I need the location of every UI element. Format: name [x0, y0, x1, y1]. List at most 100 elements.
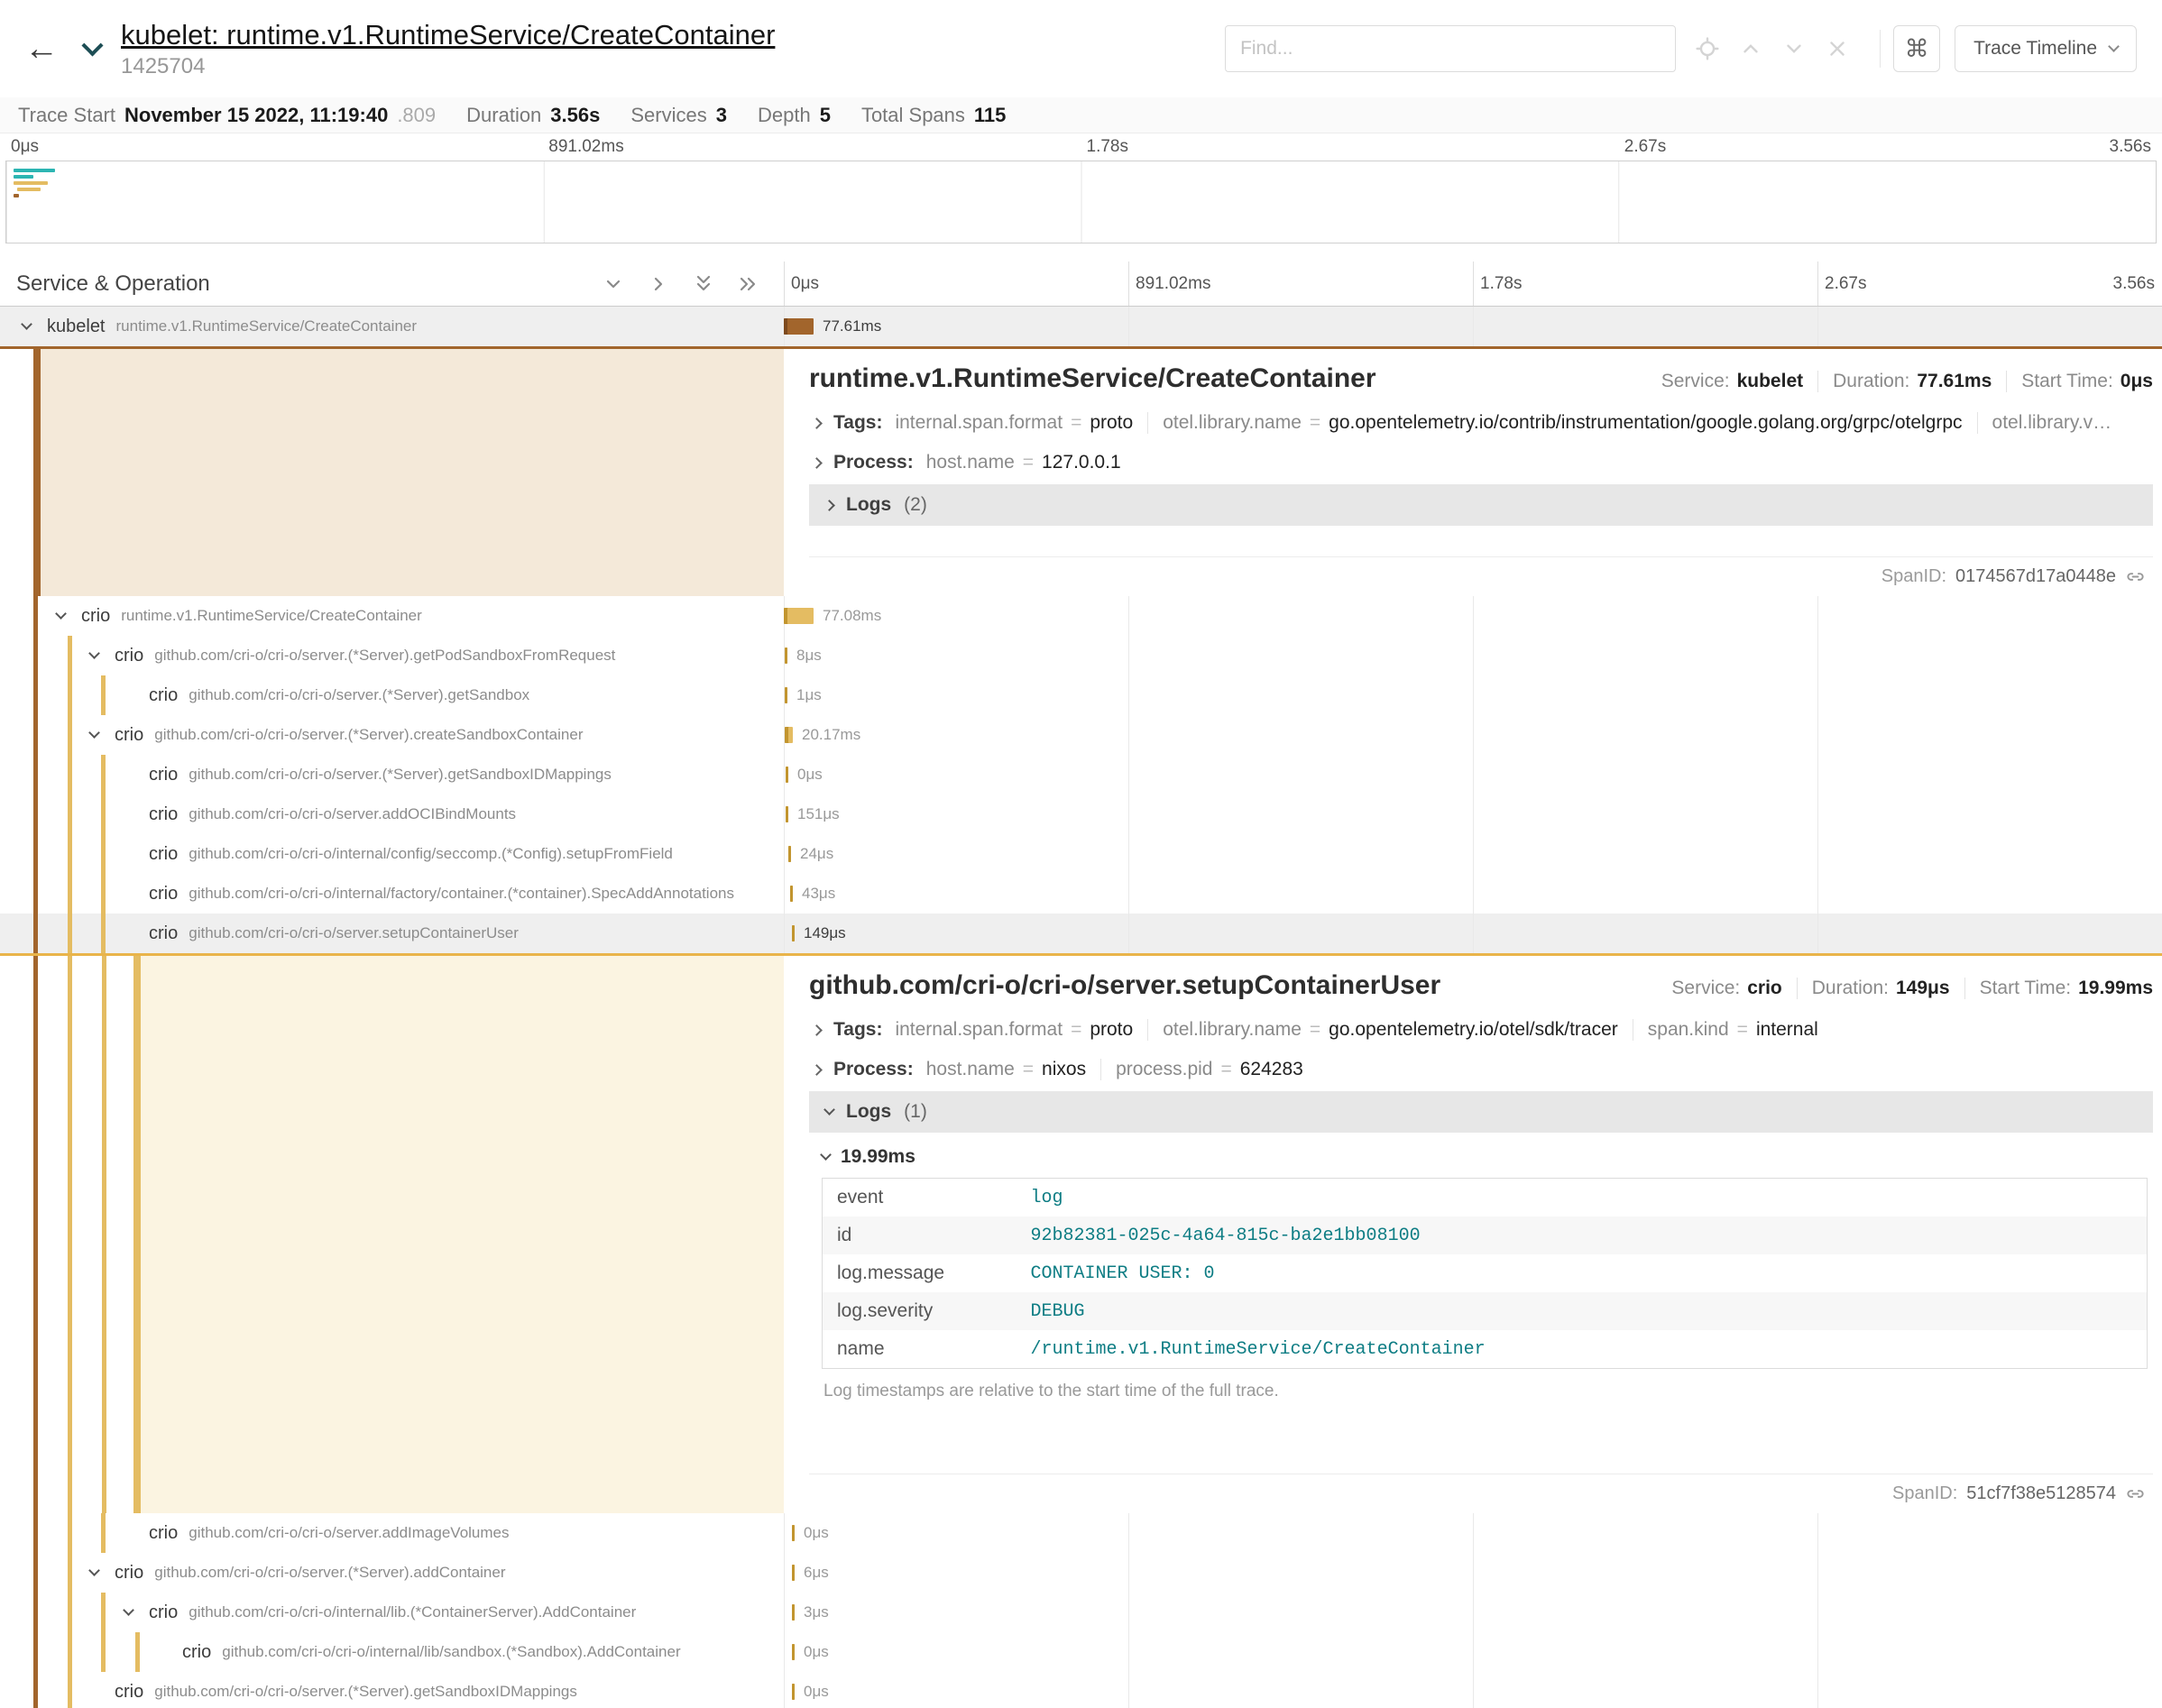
process-list: host.name=nixosprocess.pid=624283 [926, 1059, 1303, 1080]
chevron-down-icon[interactable] [84, 646, 104, 666]
trace-view-selector[interactable]: Trace Timeline [1955, 25, 2137, 72]
span-row[interactable]: criogithub.com/cri-o/cri-o/internal/fact… [0, 874, 2162, 914]
service-name: crio [149, 685, 178, 706]
process-accordion[interactable]: Process: host.name=127.0.0.1 [809, 443, 2153, 482]
tags-accordion[interactable]: Tags: internal.span.format=protootel.lib… [809, 403, 2153, 443]
find-input[interactable] [1225, 25, 1676, 72]
indent-guide [68, 956, 72, 1513]
trace-services: Services3 [630, 104, 727, 127]
span-bar[interactable] [790, 886, 793, 902]
span-row[interactable]: criogithub.com/cri-o/cri-o/server.setupC… [0, 914, 2162, 953]
timeline-header: Service & Operation 0μs 891.02ms 1.78s 2… [0, 262, 2162, 307]
trace-title-link[interactable]: kubelet: runtime.v1.RuntimeService/Creat… [121, 19, 775, 51]
span-bar[interactable] [785, 647, 787, 664]
span-bar[interactable] [786, 767, 788, 783]
span-bar[interactable] [792, 1525, 795, 1541]
chevron-down-icon[interactable] [16, 317, 36, 336]
locate-icon[interactable] [1692, 33, 1723, 64]
span-row[interactable]: kubeletruntime.v1.RuntimeService/CreateC… [0, 307, 2162, 346]
minimap-span [14, 169, 54, 172]
chevron-down-icon [820, 1149, 832, 1161]
chevron-down-icon[interactable] [84, 1563, 104, 1583]
spanid-value: 0174567d17a0448e [1955, 566, 2116, 587]
span-duration-label: 149μs [804, 924, 846, 942]
expand-one-icon[interactable] [645, 271, 672, 298]
span-duration-label: 77.61ms [823, 317, 881, 335]
span-bar[interactable] [792, 925, 795, 941]
tag-pair: otel.library.name=go.opentelemetry.io/co… [1147, 412, 1962, 434]
chevron-right-icon [811, 418, 823, 429]
indent-guide [33, 1553, 38, 1593]
log-field-value: log [1017, 1179, 2148, 1217]
tree-controls [600, 271, 762, 298]
indent-guide [101, 794, 106, 834]
span-bar[interactable] [792, 1684, 795, 1700]
process-accordion[interactable]: Process: host.name=nixosprocess.pid=6242… [809, 1050, 2153, 1089]
top-bar-right: ⌘ Trace Timeline [1225, 25, 2137, 72]
indent-guide [133, 956, 141, 1513]
service-name: crio [149, 1523, 178, 1544]
span-row[interactable]: crioruntime.v1.RuntimeService/CreateCont… [0, 596, 2162, 636]
back-button[interactable]: ← [16, 23, 67, 74]
expand-all-icon[interactable] [735, 271, 762, 298]
span-bar[interactable] [784, 318, 814, 335]
timeline-header-ticks: 0μs 891.02ms 1.78s 2.67s 3.56s [784, 262, 2162, 306]
log-field-key: id [823, 1217, 1017, 1254]
trace-minimap[interactable] [5, 161, 2157, 243]
indent-guide [33, 675, 38, 715]
span-bar[interactable] [792, 1644, 795, 1660]
span-row[interactable]: criogithub.com/cri-o/cri-o/server.(*Serv… [0, 636, 2162, 675]
span-bar[interactable] [788, 846, 791, 862]
logs-accordion[interactable]: Logs (1) [809, 1091, 2153, 1133]
chevron-down-icon[interactable] [118, 1602, 138, 1622]
service-name: crio [149, 844, 178, 865]
find-controls [1692, 33, 1853, 64]
span-row[interactable]: criogithub.com/cri-o/cri-o/server.(*Serv… [0, 755, 2162, 794]
span-row[interactable]: criogithub.com/cri-o/cri-o/server.(*Serv… [0, 1553, 2162, 1593]
link-icon[interactable] [2125, 1483, 2146, 1504]
span-row[interactable]: criogithub.com/cri-o/cri-o/server.(*Serv… [0, 715, 2162, 755]
chevron-right-icon [811, 457, 823, 469]
span-row[interactable]: crio github.com/cri-o/cri-o/internal/conf… [0, 834, 2162, 874]
indent-guide [68, 636, 72, 675]
span-bar[interactable] [792, 1565, 795, 1581]
log-field-row: log.severityDEBUG [823, 1292, 2148, 1330]
collapse-all-icon[interactable] [690, 271, 717, 298]
view-selector-label: Trace Timeline [1973, 38, 2097, 60]
chevron-down-icon [823, 1104, 835, 1116]
indent-guide [68, 755, 72, 794]
collapse-one-icon[interactable] [600, 271, 627, 298]
chevron-down-icon[interactable] [84, 725, 104, 745]
span-bar[interactable] [792, 1604, 795, 1621]
trace-header-collapse-toggle[interactable] [72, 29, 112, 69]
span-row[interactable]: criogithub.com/cri-o/cri-o/server.(*Serv… [0, 1672, 2162, 1708]
span-bar[interactable] [786, 806, 788, 822]
span-row[interactable]: criogithub.com/cri-o/cri-o/internal/lib.… [0, 1593, 2162, 1632]
operation-name: github.com/cri-o/cri-o/internal/config/s… [189, 845, 673, 863]
span-bar[interactable] [785, 687, 787, 703]
span-bar[interactable] [785, 727, 793, 743]
span-row[interactable]: criogithub.com/cri-o/cri-o/server.addOCI… [0, 794, 2162, 834]
find-prev-icon[interactable] [1735, 33, 1766, 64]
span-row[interactable]: criogithub.com/cri-o/cri-o/internal/lib/… [0, 1632, 2162, 1672]
indent-guide [101, 1632, 106, 1672]
find-next-icon[interactable] [1779, 33, 1809, 64]
tags-accordion[interactable]: Tags: internal.span.format=protootel.lib… [809, 1010, 2153, 1050]
find-clear-icon[interactable] [1822, 33, 1853, 64]
indent-guide [101, 755, 106, 794]
operation-name: github.com/cri-o/cri-o/server.addImageVo… [189, 1524, 509, 1542]
span-row[interactable]: criogithub.com/cri-o/cri-o/server.(*Serv… [0, 675, 2162, 715]
span-row[interactable]: crio github.com/cri-o/cri-o/server.addIma… [0, 1513, 2162, 1553]
tag-pair: otel.library.name=go.opentelemetry.io/ot… [1147, 1019, 1618, 1041]
span-detail-kubelet: runtime.v1.RuntimeService/CreateContaine… [0, 346, 2162, 596]
logs-accordion[interactable]: Logs (2) [809, 484, 2153, 526]
log-timestamp-row[interactable]: 19.99ms [822, 1140, 2149, 1174]
chevron-down-icon[interactable] [51, 606, 70, 626]
chevron-right-icon [823, 500, 835, 511]
link-icon[interactable] [2125, 566, 2146, 587]
span-detail-title: github.com/cri-o/cri-o/server.setupConta… [809, 970, 1440, 1001]
span-detail-crio: github.com/cri-o/cri-o/server.setupConta… [0, 953, 2162, 1513]
log-fields-table: eventlogid92b82381-025c-4a64-815c-ba2e1b… [822, 1178, 2148, 1369]
span-bar[interactable] [784, 608, 814, 624]
keyboard-shortcuts-button[interactable]: ⌘ [1893, 25, 1940, 72]
